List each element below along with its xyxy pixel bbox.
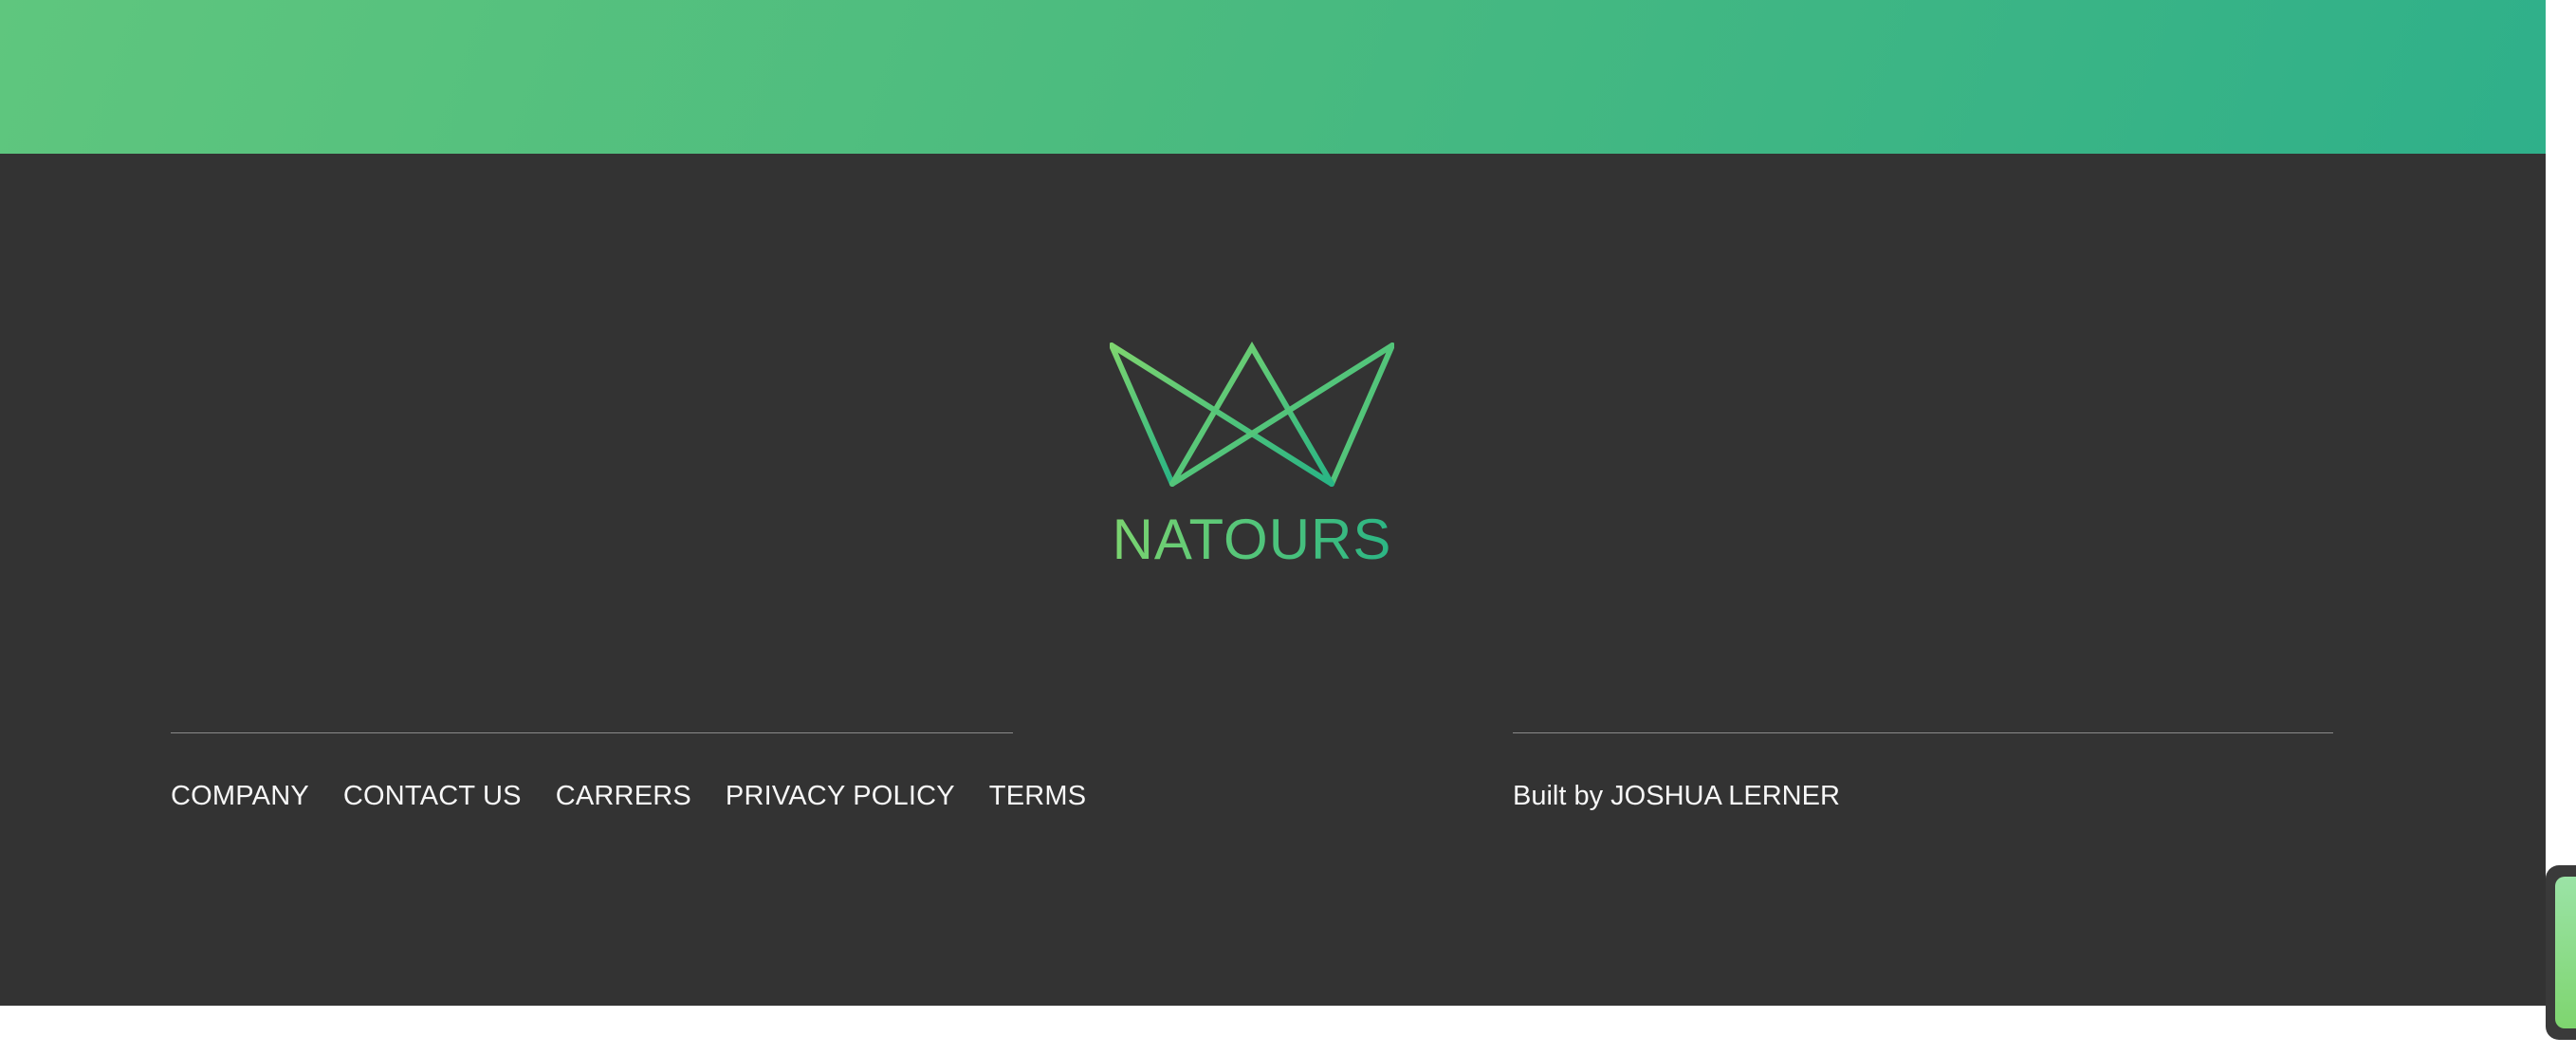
- footer-logo[interactable]: NATOURS: [1102, 340, 1402, 577]
- credit-prefix: Built by: [1513, 781, 1604, 811]
- footer-nav-item-careers: CARRERS: [556, 772, 691, 820]
- chat-widget-button[interactable]: [2546, 865, 2576, 1040]
- footer-link-privacy-policy[interactable]: PRIVACY POLICY: [726, 781, 955, 811]
- credit-divider: [1513, 732, 2333, 733]
- footer-link-company[interactable]: COMPANY: [171, 781, 309, 811]
- footer-link-terms[interactable]: TERMS: [989, 781, 1087, 811]
- section-gradient-band: [0, 0, 2546, 154]
- footer-nav-item-privacy: PRIVACY POLICY: [726, 772, 955, 820]
- chat-widget-icon: [2555, 877, 2576, 1028]
- footer-link-contact-us[interactable]: CONTACT US: [343, 781, 522, 811]
- nav-divider: [171, 732, 1013, 733]
- footer-nav-item-company: COMPANY: [171, 772, 309, 820]
- crown-logo-icon: [1110, 342, 1394, 487]
- footer-nav-item-terms: TERMS: [989, 772, 1087, 820]
- footer-credit: Built by JOSHUA LERNER: [1513, 772, 1840, 820]
- footer-nav-item-contact: CONTACT US: [343, 772, 522, 820]
- footer-nav: COMPANY CONTACT US CARRERS PRIVACY POLIC…: [171, 772, 1086, 820]
- footer: [0, 154, 2546, 1006]
- footer-link-careers[interactable]: CARRERS: [556, 781, 691, 811]
- page: NATOURS COMPANY CONTACT US CARRERS PRIVA…: [0, 0, 2576, 1055]
- brand-name: NATOURS: [1102, 507, 1402, 573]
- credit-author-link[interactable]: JOSHUA LERNER: [1610, 781, 1840, 811]
